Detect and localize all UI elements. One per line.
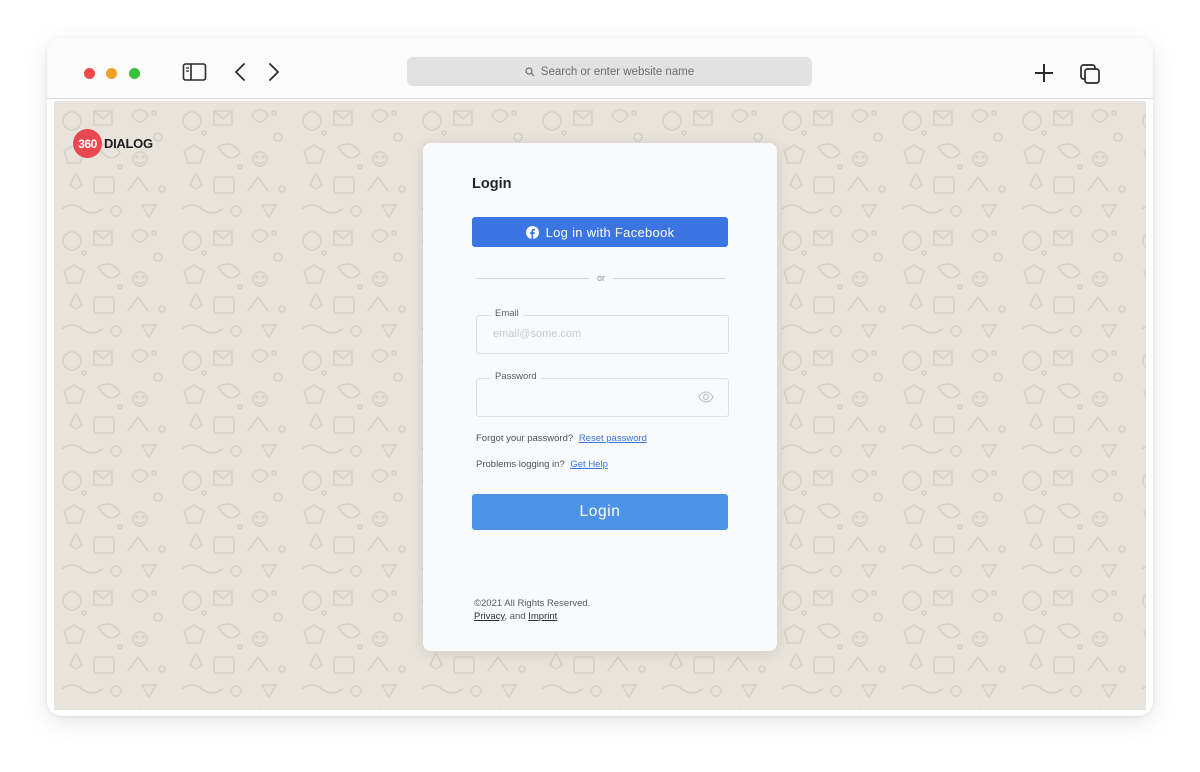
- copyright-text: ©2021 All Rights Reserved.: [474, 598, 591, 609]
- sidebar-icon[interactable]: [182, 62, 208, 82]
- or-divider: or: [476, 271, 727, 285]
- login-button[interactable]: Login: [472, 494, 728, 530]
- logo-text: DIALOG: [104, 136, 153, 151]
- tabs-icon[interactable]: [1079, 63, 1101, 85]
- forgot-password-line: Forgot your password? Reset password: [476, 433, 647, 444]
- imprint-link[interactable]: Imprint: [528, 611, 557, 622]
- get-help-link[interactable]: Get Help: [570, 459, 608, 470]
- email-label: Email: [491, 308, 523, 319]
- address-bar[interactable]: Search or enter website name: [407, 57, 812, 86]
- address-placeholder: Search or enter website name: [540, 65, 695, 78]
- browser-toolbar: Search or enter website name: [47, 38, 1153, 99]
- login-card: Login Log in with Facebook or Email emai…: [423, 143, 777, 651]
- privacy-link[interactable]: Privacy: [474, 611, 504, 622]
- forgot-password-text: Forgot your password?: [476, 433, 574, 444]
- chevron-left-icon[interactable]: [233, 62, 247, 82]
- login-title: Login: [472, 176, 512, 192]
- brand-logo: 360 DIALOG: [73, 129, 153, 158]
- divider-line-right: [613, 277, 727, 279]
- minimize-window-button[interactable]: [106, 68, 117, 79]
- card-footer: ©2021 All Rights Reserved. Privacy, and …: [474, 597, 590, 623]
- search-icon: [525, 66, 535, 76]
- password-label: Password: [491, 371, 541, 382]
- reset-password-link[interactable]: Reset password: [579, 433, 647, 444]
- email-field: Email: [476, 308, 729, 354]
- facebook-icon: [525, 225, 539, 239]
- eye-icon[interactable]: [698, 390, 714, 404]
- password-input[interactable]: [493, 388, 693, 406]
- plus-icon[interactable]: [1033, 62, 1055, 84]
- password-field: Password: [476, 371, 729, 417]
- problems-line: Problems logging in? Get Help: [476, 459, 608, 470]
- footer-and-text: , and: [504, 611, 526, 622]
- facebook-login-label: Log in with Facebook: [545, 224, 675, 240]
- problems-text: Problems logging in?: [476, 459, 565, 470]
- email-input[interactable]: [493, 325, 693, 343]
- maximize-window-button[interactable]: [129, 68, 140, 79]
- footer-links: Privacy, and Imprint: [474, 610, 590, 623]
- page-content: 360 DIALOG Login Log in with Facebook or: [54, 101, 1146, 710]
- divider-line-left: [476, 277, 589, 279]
- chevron-right-icon[interactable]: [267, 62, 281, 82]
- logo-badge: 360: [73, 129, 102, 158]
- browser-window: Search or enter website name 360 DIALOG …: [47, 38, 1153, 716]
- close-window-button[interactable]: [84, 68, 95, 79]
- facebook-login-button[interactable]: Log in with Facebook: [472, 217, 728, 247]
- divider-or-text: or: [597, 273, 606, 283]
